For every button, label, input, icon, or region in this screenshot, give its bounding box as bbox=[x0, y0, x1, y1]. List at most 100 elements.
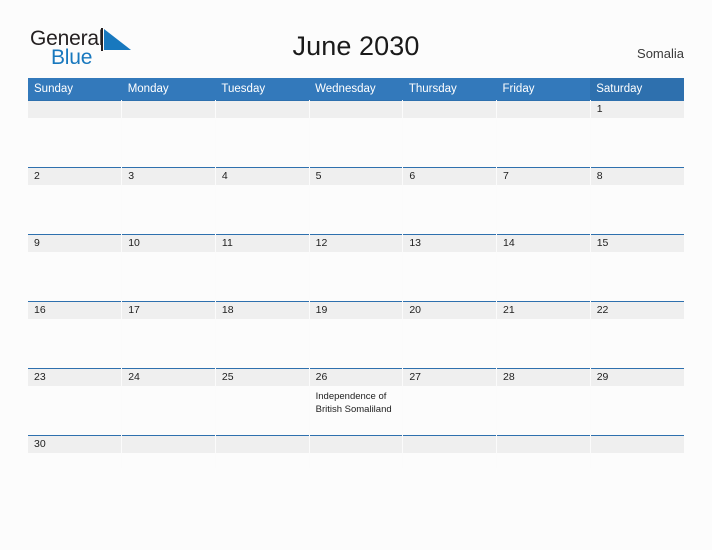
weekday-header-friday: Friday bbox=[496, 78, 591, 101]
day-number bbox=[122, 436, 215, 453]
calendar-day-cell[interactable] bbox=[496, 100, 591, 168]
day-number bbox=[497, 436, 590, 453]
calendar-day-cell[interactable] bbox=[590, 435, 684, 468]
weekday-header-sunday: Sunday bbox=[28, 78, 122, 101]
calendar-day-cell[interactable]: 12 bbox=[309, 234, 404, 302]
day-number: 4 bbox=[215, 168, 309, 185]
calendar-week-row: 1 bbox=[28, 100, 684, 168]
calendar-day-cell[interactable]: 21 bbox=[496, 301, 591, 369]
day-number: 10 bbox=[122, 235, 215, 252]
day-number: 22 bbox=[590, 302, 684, 319]
day-number: 19 bbox=[309, 302, 403, 319]
day-number bbox=[403, 101, 497, 118]
calendar-day-cell[interactable]: 30 bbox=[28, 435, 123, 468]
day-number: 15 bbox=[590, 235, 684, 252]
country-label: Somalia bbox=[637, 46, 684, 61]
calendar-week-row: 9 10 11 12 13 14 15 bbox=[28, 234, 684, 302]
day-number bbox=[215, 436, 309, 453]
day-number bbox=[309, 101, 403, 118]
day-number: 13 bbox=[403, 235, 497, 252]
day-number: 3 bbox=[122, 168, 215, 185]
day-number bbox=[497, 101, 590, 118]
calendar-day-cell[interactable]: 17 bbox=[121, 301, 216, 369]
day-number: 12 bbox=[309, 235, 403, 252]
calendar-day-cell[interactable]: 11 bbox=[215, 234, 310, 302]
calendar-day-cell[interactable]: 27 bbox=[402, 368, 498, 436]
calendar-day-cell[interactable] bbox=[402, 100, 498, 168]
calendar-day-cell[interactable] bbox=[309, 100, 404, 168]
calendar-day-cell[interactable]: 3 bbox=[121, 167, 216, 235]
calendar-day-cell[interactable] bbox=[215, 435, 310, 468]
calendar-day-cell[interactable]: 24 bbox=[121, 368, 216, 436]
calendar-day-cell[interactable]: 1 bbox=[590, 100, 684, 168]
calendar-day-cell[interactable]: 23 bbox=[28, 368, 123, 436]
day-number: 25 bbox=[215, 369, 309, 386]
calendar-body: 1 2 3 4 5 6 7 8 9 10 11 12 13 14 15 16 17 18 19 20 21 22 23 24 2… bbox=[28, 100, 684, 468]
page-title: June 2030 bbox=[292, 31, 420, 61]
calendar-grid: Sunday Monday Tuesday Wednesday Thursday… bbox=[28, 78, 684, 468]
day-number: 24 bbox=[122, 369, 215, 386]
day-number: 8 bbox=[590, 168, 684, 185]
calendar-day-cell[interactable]: 5 bbox=[309, 167, 404, 235]
calendar-day-cell[interactable]: 28 bbox=[496, 368, 591, 436]
calendar-day-cell[interactable] bbox=[496, 435, 591, 468]
calendar-week-row: 23 24 25 26 Independence of British Somalila… bbox=[28, 368, 684, 436]
day-number bbox=[28, 101, 122, 118]
calendar-day-cell[interactable] bbox=[309, 435, 404, 468]
day-number: 7 bbox=[497, 168, 590, 185]
day-number: 1 bbox=[590, 101, 684, 118]
day-number: 23 bbox=[28, 369, 122, 386]
weekday-header-row: Sunday Monday Tuesday Wednesday Thursday… bbox=[28, 78, 684, 101]
calendar-day-cell[interactable] bbox=[215, 100, 310, 168]
day-number: 20 bbox=[403, 302, 497, 319]
day-number: 30 bbox=[28, 436, 122, 453]
day-number: 5 bbox=[309, 168, 403, 185]
calendar-day-cell[interactable]: 26 Independence of British Somaliland bbox=[309, 368, 404, 436]
calendar-day-cell[interactable]: 18 bbox=[215, 301, 310, 369]
calendar-day-cell[interactable] bbox=[402, 435, 498, 468]
calendar-day-cell[interactable]: 9 bbox=[28, 234, 123, 302]
calendar-day-cell[interactable]: 15 bbox=[590, 234, 684, 302]
holiday-label: Independence of British Somaliland bbox=[315, 391, 392, 415]
day-number: 28 bbox=[497, 369, 590, 386]
calendar-week-row: 2345678 bbox=[28, 167, 684, 235]
weekday-header-wednesday: Wednesday bbox=[309, 78, 403, 101]
calendar-day-cell[interactable]: 4 bbox=[215, 167, 310, 235]
calendar-day-cell[interactable] bbox=[121, 100, 216, 168]
calendar-day-cell[interactable]: 14 bbox=[496, 234, 591, 302]
calendar-week-row: 30 bbox=[28, 435, 684, 468]
day-number: 14 bbox=[497, 235, 590, 252]
day-number bbox=[215, 101, 309, 118]
calendar-day-cell[interactable]: 2 bbox=[28, 167, 123, 235]
day-number: 18 bbox=[215, 302, 309, 319]
weekday-header-thursday: Thursday bbox=[402, 78, 497, 101]
day-number: 29 bbox=[590, 369, 684, 386]
calendar-day-cell[interactable] bbox=[28, 100, 123, 168]
calendar-day-cell[interactable]: 20 bbox=[402, 301, 498, 369]
weekday-header-tuesday: Tuesday bbox=[215, 78, 310, 101]
calendar-day-cell[interactable]: 16 bbox=[28, 301, 123, 369]
day-number: 17 bbox=[122, 302, 215, 319]
day-number: 9 bbox=[28, 235, 122, 252]
calendar-day-cell[interactable]: 13 bbox=[402, 234, 498, 302]
day-number: 21 bbox=[497, 302, 590, 319]
day-number: 11 bbox=[215, 235, 309, 252]
calendar-day-cell[interactable]: 6 bbox=[402, 167, 498, 235]
day-number: 16 bbox=[28, 302, 122, 319]
calendar-page: General Blue June 2030 Somalia Sunday Mo… bbox=[0, 0, 712, 550]
calendar-day-cell[interactable]: 19 bbox=[309, 301, 404, 369]
day-number bbox=[590, 436, 684, 453]
day-number bbox=[122, 101, 215, 118]
calendar-day-cell[interactable] bbox=[121, 435, 216, 468]
day-number: 6 bbox=[403, 168, 497, 185]
day-number: 2 bbox=[28, 168, 122, 185]
day-number bbox=[309, 436, 403, 453]
calendar-day-cell[interactable]: 8 bbox=[590, 167, 684, 235]
calendar-day-cell[interactable]: 29 bbox=[590, 368, 684, 436]
calendar-day-cell[interactable]: 7 bbox=[496, 167, 591, 235]
calendar-day-cell[interactable]: 25 bbox=[215, 368, 310, 436]
page-header: General Blue June 2030 Somalia bbox=[0, 0, 712, 72]
day-number: 27 bbox=[403, 369, 497, 386]
calendar-day-cell[interactable]: 22 bbox=[590, 301, 684, 369]
calendar-day-cell[interactable]: 10 bbox=[121, 234, 216, 302]
